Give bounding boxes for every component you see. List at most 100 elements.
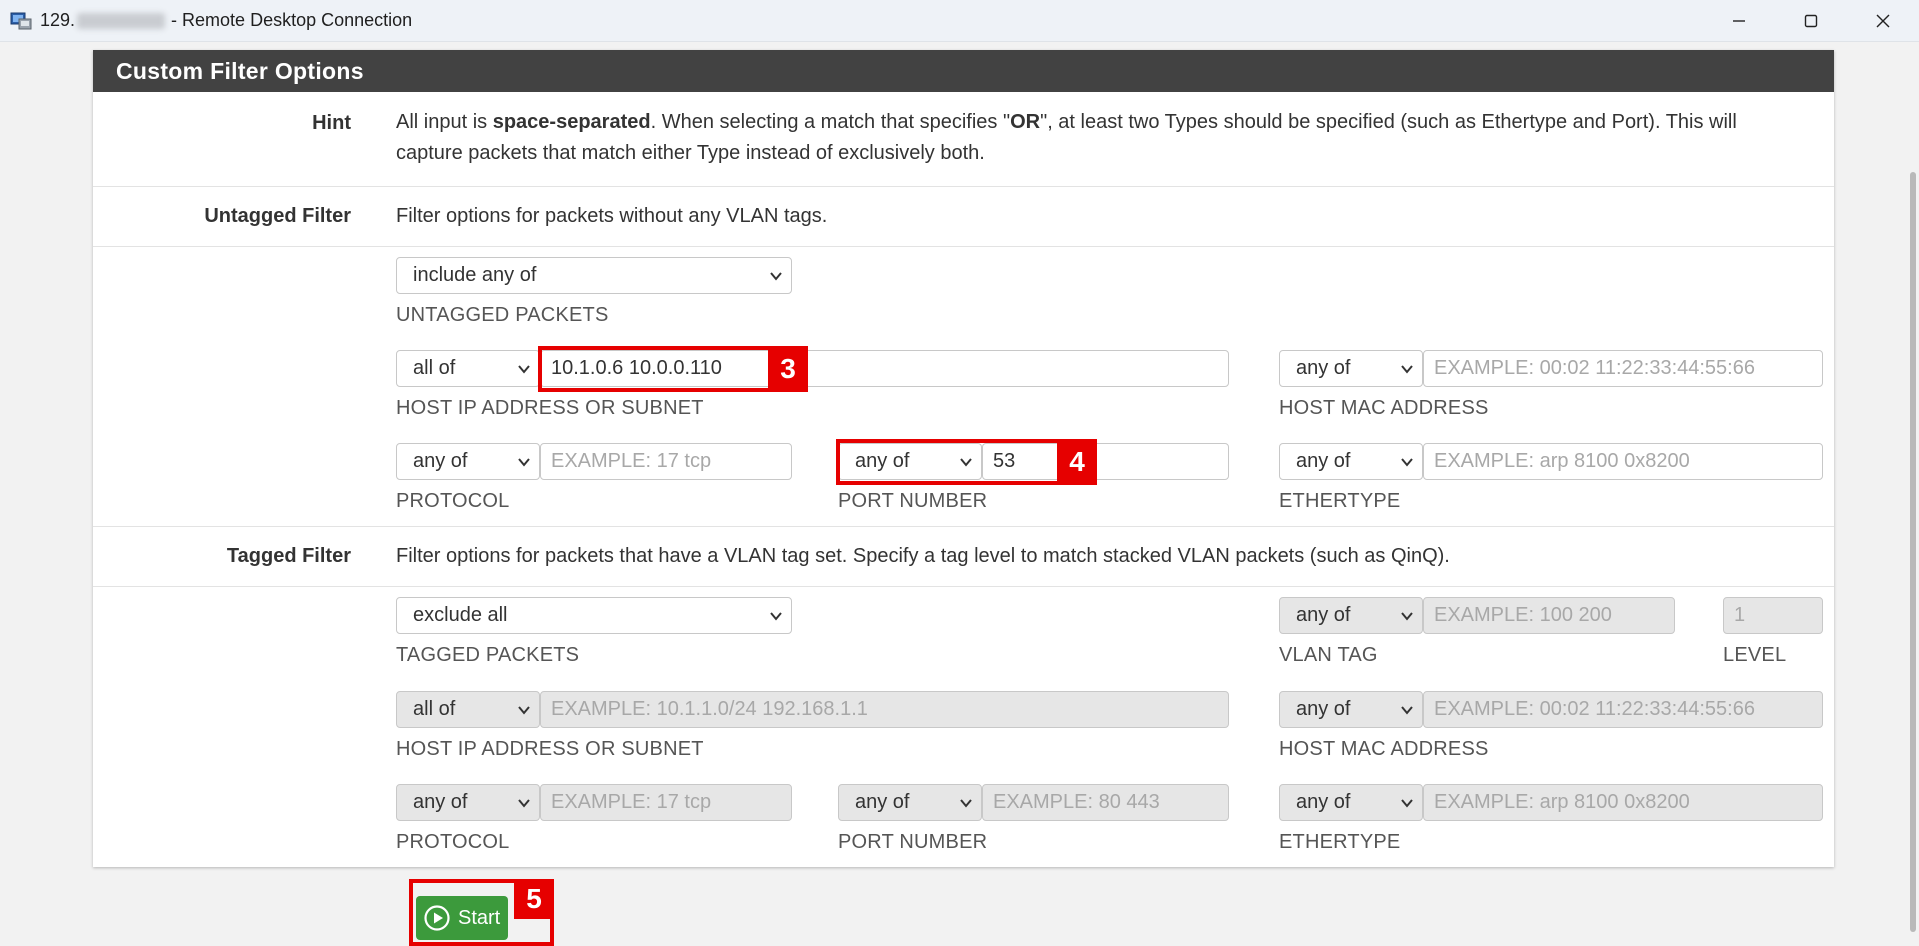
chevron-down-icon [518,799,530,808]
tagged-host-ip-select[interactable]: all of [396,691,540,728]
tagged-vlan-label: VLAN TAG [1279,644,1378,666]
annotation-badge-3: 3 [768,346,808,392]
untagged-filter-row: Untagged Filter Filter options for packe… [93,186,1834,246]
start-button[interactable]: Start [416,896,508,940]
tagged-ethertype-placeholder: EXAMPLE: arp 8100 0x8200 [1434,791,1690,813]
chevron-down-icon [1401,706,1413,715]
untagged-protocol-select[interactable]: any of [396,443,540,480]
tagged-host-ip-select-value: all of [413,698,456,720]
vertical-scrollbar[interactable] [1907,42,1919,946]
chevron-down-icon [518,706,530,715]
tagged-port-input[interactable]: EXAMPLE: 80 443 [982,784,1229,821]
tagged-packets-select[interactable]: exclude all [396,597,792,634]
untagged-ethertype-select-value: any of [1296,450,1351,472]
tagged-ethertype-select-value: any of [1296,791,1351,813]
untagged-host-ip-select[interactable]: all of [396,350,540,387]
tagged-level-label: LEVEL [1723,644,1787,666]
window-title-prefix: 129. [40,10,76,30]
start-button-label: Start [458,906,501,929]
tagged-vlan-select[interactable]: any of [1279,597,1423,634]
untagged-host-ip-select-value: all of [413,357,456,379]
chevron-down-icon [960,799,972,808]
untagged-host-mac-label: HOST MAC ADDRESS [1279,397,1489,419]
window-titlebar: 129. - Remote Desktop Connection [0,0,1919,42]
remote-desktop-icon [10,11,32,31]
maximize-button[interactable] [1775,0,1847,42]
tagged-host-ip-placeholder: EXAMPLE: 10.1.1.0/24 192.168.1.1 [551,698,868,720]
untagged-filter-description: Filter options for packets without any V… [396,205,828,227]
tagged-port-select-value: any of [855,791,910,813]
annotation-badge-5: 5 [514,879,554,919]
untagged-packets-select[interactable]: include any of [396,257,792,294]
annotation-badge-4: 4 [1057,439,1097,485]
chevron-down-icon [518,365,530,374]
chevron-down-icon [1401,458,1413,467]
hint-row: Hint All input is space-separated. When … [93,92,1834,186]
tagged-vlan-placeholder: EXAMPLE: 100 200 [1434,604,1612,626]
hint-text-2: . When selecting a match that specifies … [650,111,1011,133]
tagged-controls: exclude all TAGGED PACKETS any of EXAMPL… [93,586,1834,867]
tagged-host-mac-select-value: any of [1296,698,1351,720]
untagged-packets-value: include any of [413,264,537,286]
untagged-host-mac-input[interactable]: EXAMPLE: 00:02 11:22:33:44:55:66 [1423,350,1823,387]
tagged-vlan-input[interactable]: EXAMPLE: 100 200 [1423,597,1675,634]
tagged-port-label: PORT NUMBER [838,831,988,853]
tagged-host-mac-input[interactable]: EXAMPLE: 00:02 11:22:33:44:55:66 [1423,691,1823,728]
tagged-protocol-select[interactable]: any of [396,784,540,821]
hint-bold-2: OR [1010,111,1041,133]
tagged-filter-description: Filter options for packets that have a V… [396,545,1450,567]
untagged-protocol-label: PROTOCOL [396,490,510,512]
untagged-host-mac-select-value: any of [1296,357,1351,379]
redacted-address [77,12,166,29]
chevron-down-icon [1401,365,1413,374]
tagged-host-mac-placeholder: EXAMPLE: 00:02 11:22:33:44:55:66 [1434,698,1755,720]
chevron-down-icon [770,272,782,281]
tagged-vlan-select-value: any of [1296,604,1351,626]
tagged-host-mac-select[interactable]: any of [1279,691,1423,728]
tagged-filter-row: Tagged Filter Filter options for packets… [93,526,1834,586]
tagged-protocol-input[interactable]: EXAMPLE: 17 tcp [540,784,792,821]
untagged-filter-label: Untagged Filter [204,205,351,227]
chevron-down-icon [1401,799,1413,808]
tagged-ethertype-select[interactable]: any of [1279,784,1423,821]
untagged-ethertype-select[interactable]: any of [1279,443,1423,480]
window-title: 129. - Remote Desktop Connection [40,10,412,31]
tagged-host-mac-label: HOST MAC ADDRESS [1279,738,1489,760]
hint-text-line2: capture packets that match either Type i… [396,142,985,164]
hint-bold-1: space-separated [492,111,651,133]
minimize-button[interactable] [1703,0,1775,42]
untagged-protocol-input[interactable]: EXAMPLE: 17 tcp [540,443,792,480]
tagged-host-ip-label: HOST IP ADDRESS OR SUBNET [396,738,704,760]
tagged-protocol-select-value: any of [413,791,468,813]
untagged-port-label: PORT NUMBER [838,490,988,512]
close-button[interactable] [1847,0,1919,42]
chevron-down-icon [770,612,782,621]
untagged-ethertype-label: ETHERTYPE [1279,490,1401,512]
tagged-level-placeholder: 1 [1734,604,1746,626]
untagged-host-ip-label: HOST IP ADDRESS OR SUBNET [396,397,704,419]
untagged-host-mac-select[interactable]: any of [1279,350,1423,387]
tagged-ethertype-label: ETHERTYPE [1279,831,1401,853]
tagged-level-input[interactable]: 1 [1723,597,1823,634]
tagged-ethertype-input[interactable]: EXAMPLE: arp 8100 0x8200 [1423,784,1823,821]
panel-heading: Custom Filter Options [93,50,1834,92]
untagged-protocol-select-value: any of [413,450,468,472]
maximize-icon [1804,14,1818,28]
untagged-ethertype-input[interactable]: EXAMPLE: arp 8100 0x8200 [1423,443,1823,480]
play-circle-icon [424,905,450,931]
tagged-packets-value: exclude all [413,604,508,626]
tagged-filter-label: Tagged Filter [226,545,351,567]
tagged-protocol-label: PROTOCOL [396,831,510,853]
untagged-packets-label: UNTAGGED PACKETS [396,304,609,326]
scrollbar-thumb[interactable] [1910,172,1916,932]
untagged-ethertype-placeholder: EXAMPLE: arp 8100 0x8200 [1434,450,1690,472]
untagged-host-mac-placeholder: EXAMPLE: 00:02 11:22:33:44:55:66 [1434,357,1755,379]
hint-label: Hint [312,112,351,134]
hint-text-1: All input is [396,111,493,133]
untagged-protocol-placeholder: EXAMPLE: 17 tcp [551,450,712,472]
close-icon [1876,14,1890,28]
hint-text-3: ", at least two Types should be specifie… [1040,111,1737,133]
tagged-port-select[interactable]: any of [838,784,982,821]
tagged-host-ip-input[interactable]: EXAMPLE: 10.1.1.0/24 192.168.1.1 [540,691,1229,728]
window-title-suffix: - Remote Desktop Connection [171,10,413,30]
